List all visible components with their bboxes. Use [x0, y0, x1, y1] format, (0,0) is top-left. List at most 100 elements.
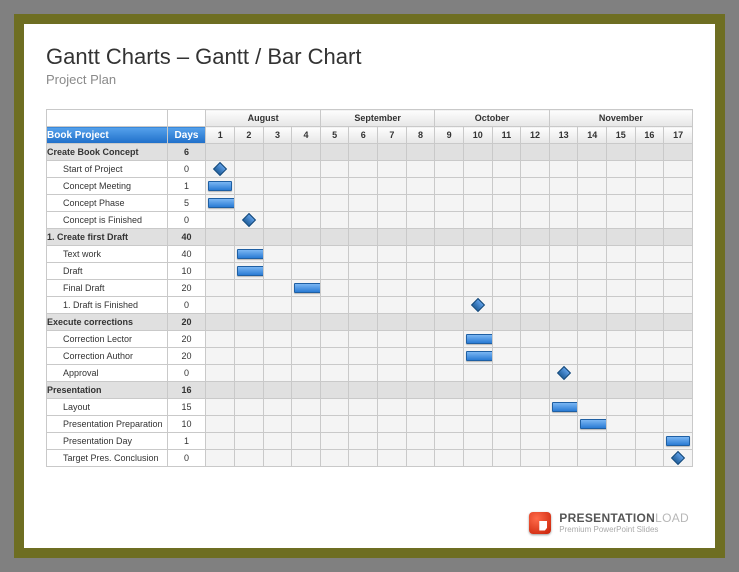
gantt-bar — [666, 436, 690, 446]
month-header: November — [549, 110, 692, 127]
gantt-cell — [521, 144, 550, 161]
gantt-cell — [320, 399, 349, 416]
gantt-cell — [406, 144, 435, 161]
gantt-cell — [435, 365, 464, 382]
table-row: 1. Create first Draft 40 — [47, 229, 693, 246]
gantt-cell — [349, 433, 378, 450]
gantt-cell — [664, 331, 693, 348]
gantt-cell — [492, 348, 521, 365]
gantt-cell — [292, 195, 321, 212]
gantt-cell — [320, 433, 349, 450]
gantt-cell — [235, 178, 264, 195]
month-header: August — [206, 110, 320, 127]
gantt-bar — [237, 266, 263, 276]
gantt-cell — [578, 348, 607, 365]
task-name: Presentation — [47, 382, 168, 399]
gantt-cell — [349, 212, 378, 229]
gantt-cell — [263, 382, 292, 399]
gantt-cell — [521, 416, 550, 433]
gantt-cell — [607, 297, 636, 314]
gantt-cell — [549, 178, 578, 195]
gantt-cell — [206, 399, 235, 416]
gantt-cell — [463, 195, 492, 212]
gantt-cell — [349, 365, 378, 382]
gantt-cell — [378, 280, 407, 297]
gantt-cell — [463, 212, 492, 229]
gantt-cell — [378, 433, 407, 450]
gantt-cell — [664, 382, 693, 399]
gantt-cell — [349, 246, 378, 263]
gantt-cell — [549, 433, 578, 450]
gantt-cell — [263, 246, 292, 263]
gantt-cell — [406, 450, 435, 467]
gantt-cell — [664, 416, 693, 433]
gantt-cell — [521, 331, 550, 348]
week-header: 14 — [578, 127, 607, 144]
gantt-cell — [235, 433, 264, 450]
gantt-cell — [235, 229, 264, 246]
table-row: Create Book Concept 6 — [47, 144, 693, 161]
gantt-cell — [492, 229, 521, 246]
table-row: Concept Meeting 1 — [47, 178, 693, 195]
gantt-cell — [406, 331, 435, 348]
task-name: Layout — [47, 399, 168, 416]
gantt-cell — [406, 348, 435, 365]
table-row: Concept is Finished 0 — [47, 212, 693, 229]
task-days: 1 — [167, 178, 206, 195]
gantt-cell — [235, 331, 264, 348]
week-header: 16 — [635, 127, 664, 144]
gantt-cell — [635, 297, 664, 314]
gantt-cell — [235, 416, 264, 433]
gantt-cell — [378, 365, 407, 382]
week-header: 17 — [664, 127, 693, 144]
gantt-cell — [607, 331, 636, 348]
gantt-cell — [635, 246, 664, 263]
gantt-cell — [607, 144, 636, 161]
gantt-cell — [492, 399, 521, 416]
task-name: Create Book Concept — [47, 144, 168, 161]
gantt-cell — [664, 433, 693, 450]
task-days: 5 — [167, 195, 206, 212]
gantt-cell — [320, 365, 349, 382]
gantt-cell — [463, 144, 492, 161]
milestone-icon — [242, 213, 256, 227]
gantt-cell — [635, 161, 664, 178]
gantt-cell — [549, 331, 578, 348]
gantt-cell — [378, 450, 407, 467]
week-header: 12 — [521, 127, 550, 144]
task-days: 0 — [167, 297, 206, 314]
gantt-cell — [235, 297, 264, 314]
gantt-cell — [664, 348, 693, 365]
gantt-cell — [607, 416, 636, 433]
gantt-cell — [492, 450, 521, 467]
gantt-cell — [492, 144, 521, 161]
gantt-cell — [378, 382, 407, 399]
gantt-cell — [607, 365, 636, 382]
gantt-cell — [320, 348, 349, 365]
gantt-cell — [635, 178, 664, 195]
task-name: Concept Meeting — [47, 178, 168, 195]
gantt-cell — [378, 331, 407, 348]
gantt-cell — [521, 246, 550, 263]
gantt-cell — [435, 433, 464, 450]
task-days: 0 — [167, 450, 206, 467]
gantt-cell — [549, 195, 578, 212]
gantt-cell — [406, 212, 435, 229]
gantt-cell — [492, 331, 521, 348]
gantt-cell — [206, 348, 235, 365]
gantt-cell — [463, 229, 492, 246]
gantt-cell — [664, 365, 693, 382]
gantt-cell — [435, 382, 464, 399]
gantt-cell — [578, 399, 607, 416]
table-row: Presentation Preparation 10 — [47, 416, 693, 433]
gantt-cell — [235, 382, 264, 399]
gantt-cell — [492, 246, 521, 263]
gantt-cell — [607, 450, 636, 467]
gantt-cell — [235, 263, 264, 280]
header-task: Book Project — [47, 127, 168, 144]
milestone-icon — [557, 366, 571, 380]
task-name: Text work — [47, 246, 168, 263]
table-row: Presentation Day 1 — [47, 433, 693, 450]
gantt-cell — [406, 280, 435, 297]
task-name: Draft — [47, 263, 168, 280]
